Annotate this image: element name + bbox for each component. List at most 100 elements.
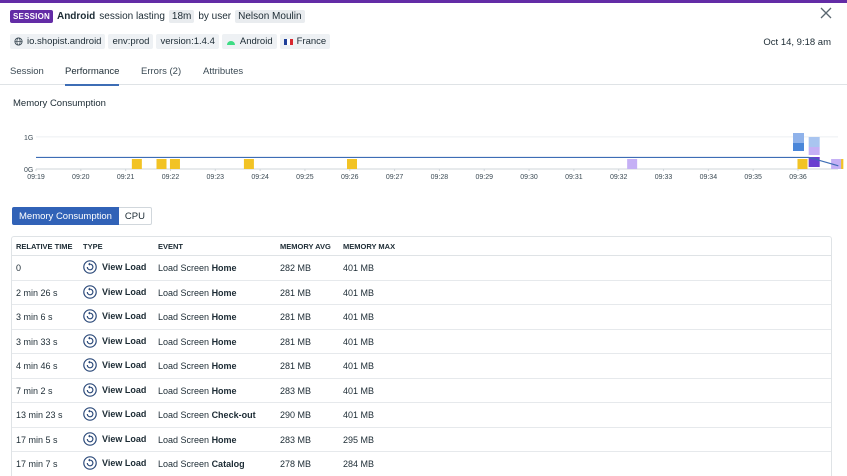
cell-type-label: View Load bbox=[102, 360, 147, 370]
col-memory-max[interactable]: MEMORY MAX bbox=[343, 242, 395, 251]
col-type[interactable]: TYPE bbox=[83, 242, 103, 251]
x-tick-label: 09:31 bbox=[565, 174, 583, 181]
cell-type: View Load bbox=[83, 431, 147, 446]
cell-event: Load Screen Check-out bbox=[158, 410, 256, 420]
metric-toggle: Memory Consumption CPU bbox=[12, 207, 152, 225]
x-tick-label: 09:25 bbox=[296, 174, 314, 181]
x-tick-label: 09:30 bbox=[520, 174, 538, 181]
tag-app[interactable]: io.shopist.android bbox=[10, 34, 106, 49]
table-row[interactable]: 0 View Load Load Screen Home 282 MB 401 MB bbox=[12, 256, 831, 281]
cell-event-name: Home bbox=[211, 385, 237, 396]
cell-event: Load Screen Home bbox=[158, 435, 237, 445]
toggle-memory-button[interactable]: Memory Consumption bbox=[12, 207, 119, 225]
col-relative-time[interactable]: RELATIVE TIME bbox=[16, 242, 73, 251]
table-header: RELATIVE TIME TYPE EVENT MEMORY AVG MEMO… bbox=[12, 237, 831, 256]
cell-event-prefix: Load Screen bbox=[158, 287, 210, 298]
table-row[interactable]: 7 min 2 s View Load Load Screen Home 283 MB… bbox=[12, 379, 831, 403]
cell-event-prefix: Load Screen bbox=[158, 410, 210, 420]
cell-memory-avg: 281 MB bbox=[280, 361, 312, 371]
cell-type: View Load bbox=[83, 260, 146, 274]
view-marker bbox=[797, 159, 808, 169]
cell-event-name: Home bbox=[211, 263, 237, 273]
cell-event-prefix: Load Screen bbox=[158, 312, 210, 322]
cell-event-prefix: Load Screen bbox=[158, 361, 210, 371]
table-row[interactable]: 3 min 6 s View Load Load Screen Home 281 MB… bbox=[12, 305, 831, 330]
cluster-marker bbox=[808, 147, 820, 155]
col-event[interactable]: EVENT bbox=[158, 242, 183, 251]
view-marker bbox=[169, 159, 180, 169]
cell-event: Load Screen Home bbox=[158, 337, 237, 347]
cell-event: Load Screen Home bbox=[158, 386, 237, 396]
view-load-icon bbox=[83, 333, 97, 348]
globe-icon bbox=[14, 37, 23, 46]
duration-pill: 18m bbox=[168, 9, 195, 23]
tag-country[interactable]: France bbox=[279, 34, 331, 49]
tab-errors[interactable]: Errors (2) bbox=[141, 66, 181, 84]
cell-type: View Load bbox=[83, 309, 146, 323]
view-marker bbox=[347, 159, 358, 169]
user-pill[interactable]: Nelson Moulin bbox=[235, 9, 305, 23]
cell-relative-time: 17 min 7 s bbox=[16, 459, 58, 469]
session-header: SESSION Android session lasting 18m by u… bbox=[10, 9, 305, 23]
cell-memory-max: 284 MB bbox=[343, 459, 375, 469]
memory-series-line bbox=[36, 156, 839, 167]
cell-type: View Load bbox=[83, 333, 147, 348]
view-load-icon bbox=[83, 382, 97, 397]
view-load-icon bbox=[83, 407, 97, 421]
session-badge: SESSION bbox=[10, 9, 53, 23]
table-row[interactable]: 4 min 46 s View Load Load Screen Home 281 M… bbox=[12, 354, 831, 379]
tag-os[interactable]: Android bbox=[221, 34, 277, 49]
cell-type-label: View Load bbox=[102, 433, 147, 444]
cell-type-label: View Load bbox=[102, 409, 147, 419]
cluster-marker bbox=[808, 137, 820, 147]
tab-session[interactable]: Session bbox=[10, 66, 44, 84]
tab-performance[interactable]: Performance bbox=[65, 66, 120, 86]
col-memory-avg[interactable]: MEMORY AVG bbox=[280, 242, 331, 251]
cell-relative-time: 4 min 46 s bbox=[16, 361, 58, 371]
cell-event-name: Home bbox=[211, 434, 237, 445]
cell-type: View Load bbox=[83, 382, 146, 397]
cell-memory-avg: 283 MB bbox=[280, 385, 312, 396]
cluster-marker bbox=[793, 143, 804, 151]
tag-env[interactable]: env:prod bbox=[108, 34, 154, 49]
cell-memory-max: 295 MB bbox=[343, 434, 375, 445]
tab-attributes[interactable]: Attributes bbox=[203, 66, 243, 84]
x-tick-label: 09:33 bbox=[655, 174, 673, 181]
toggle-cpu-button[interactable]: CPU bbox=[118, 207, 152, 225]
view-load-icon bbox=[83, 431, 97, 446]
cell-type-label: View Load bbox=[102, 458, 147, 468]
cell-type: View Load bbox=[83, 407, 146, 421]
tag-country-label: France bbox=[296, 36, 327, 47]
memory-chart[interactable]: 1G 0G09:19 09:20 09:21 09:22 09:23 09:24 09:25 0… bbox=[0, 122, 847, 187]
cell-type-label: View Load bbox=[102, 286, 147, 297]
cell-relative-time: 17 min 5 s bbox=[16, 434, 58, 445]
x-tick-label: 09:19 bbox=[27, 174, 45, 181]
cell-memory-avg: 283 MB bbox=[280, 434, 312, 445]
cell-event: Load Screen Catalog bbox=[158, 459, 245, 469]
cell-event: Load Screen Home bbox=[158, 361, 237, 371]
cell-type-label: View Load bbox=[102, 262, 147, 272]
x-tick-label: 09:26 bbox=[341, 174, 359, 181]
table-row[interactable]: 3 min 33 s View Load Load Screen Home 281 M… bbox=[12, 330, 831, 354]
tag-version[interactable]: version:1.4.4 bbox=[156, 34, 219, 49]
cell-event: Load Screen Home bbox=[158, 263, 237, 273]
x-tick-label: 09:22 bbox=[162, 174, 180, 181]
table-row[interactable]: 2 min 26 s View Load Load Screen Home 281 M… bbox=[12, 281, 831, 305]
y-tick-label: 0G bbox=[24, 167, 33, 174]
table-row[interactable]: 13 min 23 s View Load Load Screen Check-ou… bbox=[12, 403, 831, 428]
tab-bar: Session Performance Errors (2) Attribute… bbox=[0, 60, 847, 86]
table-row[interactable]: 17 min 7 s View Load Load Screen Catalog 27… bbox=[12, 452, 831, 476]
close-icon[interactable] bbox=[819, 6, 833, 20]
cell-type-label: View Load bbox=[102, 335, 147, 346]
view-marker bbox=[131, 159, 142, 169]
cell-event-prefix: Load Screen bbox=[158, 459, 210, 469]
view-load-icon bbox=[83, 260, 97, 274]
cluster-marker bbox=[793, 133, 804, 143]
cell-memory-avg: 282 MB bbox=[280, 263, 312, 273]
cell-type: View Load bbox=[83, 358, 146, 372]
view-load-icon bbox=[83, 358, 97, 372]
platform-label: Android bbox=[56, 10, 96, 22]
cell-event-name: Home bbox=[211, 361, 237, 371]
header-text-1: session lasting bbox=[99, 10, 165, 22]
table-row[interactable]: 17 min 5 s View Load Load Screen Home 283 M… bbox=[12, 428, 831, 452]
